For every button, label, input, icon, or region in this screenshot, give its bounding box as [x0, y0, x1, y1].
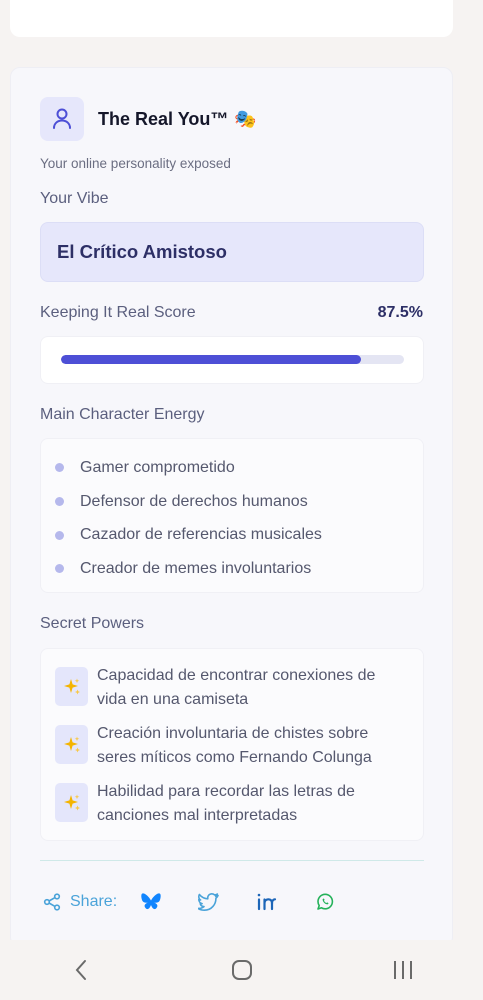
theater-masks-icon: 🎭	[234, 108, 257, 129]
energy-card: Gamer comprometido Defensor de derechos …	[40, 438, 424, 593]
bullet-dot	[55, 564, 64, 574]
vibe-value: El Crítico Amistoso	[57, 241, 227, 262]
linkedin-icon[interactable]	[255, 890, 279, 914]
sparkles-icon	[55, 667, 88, 706]
list-item: Capacidad de encontrar conexiones de vid…	[55, 664, 407, 712]
vibe-label: Your Vibe	[40, 190, 109, 207]
whatsapp-icon[interactable]	[313, 890, 337, 914]
power-text: Habilidad para recordar las letras de ca…	[97, 783, 355, 824]
vibe-box: El Crítico Amistoso	[40, 222, 424, 282]
energy-item-text: Gamer comprometido	[80, 458, 235, 476]
card-subtitle: Your online personality exposed	[40, 156, 231, 171]
card-title: The Real You™	[98, 108, 229, 129]
share-row: Share:	[40, 890, 337, 914]
recents-icon[interactable]	[373, 950, 433, 990]
bullet-dot	[55, 497, 64, 507]
energy-item-text: Creador de memes involuntarios	[80, 559, 312, 577]
powers-card: Capacidad de encontrar conexiones de vid…	[40, 648, 424, 841]
powers-label: Secret Powers	[40, 615, 145, 632]
system-navbar	[0, 940, 483, 1000]
sparkles-icon	[55, 783, 88, 822]
bluesky-icon[interactable]	[139, 890, 163, 914]
list-item: Habilidad para recordar las letras de ca…	[55, 780, 407, 828]
list-item: Gamer comprometido	[55, 451, 423, 485]
share-label: Share:	[70, 893, 118, 910]
score-progress-fill	[61, 355, 362, 364]
energy-list: Gamer comprometido Defensor de derechos …	[41, 439, 423, 586]
score-progress-card	[40, 336, 424, 384]
power-text: Creación involuntaria de chistes sobre s…	[97, 725, 372, 766]
list-item: Defensor de derechos humanos	[55, 485, 423, 519]
energy-item-text: Cazador de referencias musicales	[80, 526, 322, 544]
sparkles-icon	[55, 725, 88, 764]
share-icon	[40, 890, 64, 914]
list-item: Creación involuntaria de chistes sobre s…	[55, 722, 407, 770]
card-header: The Real You™ 🎭	[40, 97, 257, 141]
list-item: Cazador de referencias musicales	[55, 518, 423, 552]
divider	[40, 860, 424, 861]
bullet-dot	[55, 530, 64, 540]
energy-item-text: Defensor de derechos humanos	[80, 492, 308, 510]
personality-card: The Real You™ 🎭 Your online personality …	[10, 67, 453, 947]
twitter-icon[interactable]	[197, 890, 221, 914]
bullet-dot	[55, 463, 64, 473]
user-icon	[40, 97, 84, 141]
score-value: 87.5%	[377, 304, 423, 321]
score-progress-track	[61, 355, 404, 364]
home-icon[interactable]	[212, 950, 272, 990]
back-icon[interactable]	[51, 950, 111, 990]
score-label: Keeping It Real Score	[40, 304, 196, 321]
previous-card	[10, 0, 453, 37]
list-item: Creador de memes involuntarios	[55, 552, 423, 586]
energy-label: Main Character Energy	[40, 406, 205, 423]
power-text: Capacidad de encontrar conexiones de vid…	[97, 667, 376, 708]
